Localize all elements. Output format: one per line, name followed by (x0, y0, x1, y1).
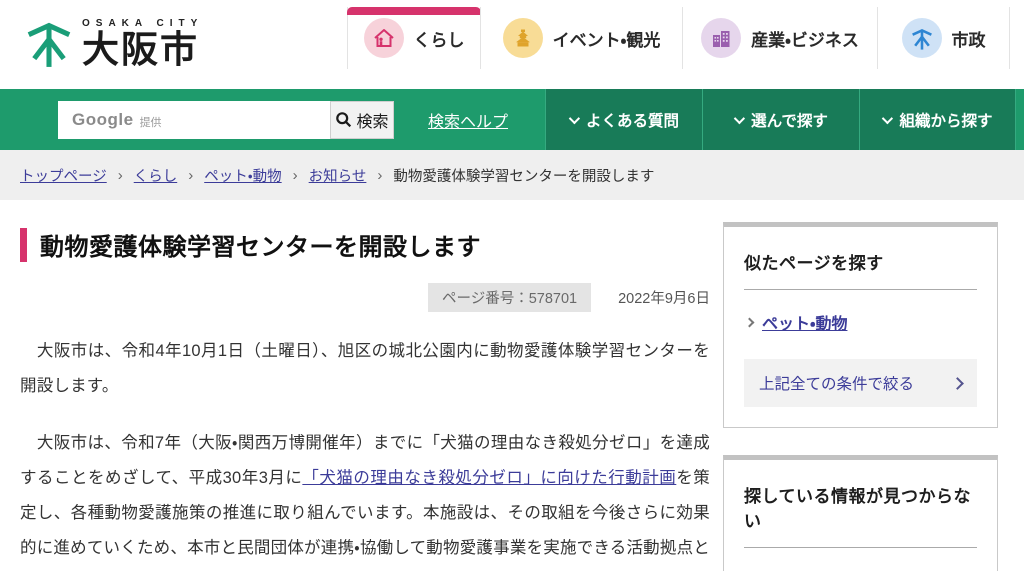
breadcrumb: トップページ › くらし › ペット・動物 › お知らせ › 動物愛護体験学習セ… (0, 150, 1024, 200)
breadcrumb-separator: › (117, 166, 123, 184)
info-not-found-heading: 探している情報が見つからない (744, 487, 971, 531)
tab-label: イベント・観光 (552, 30, 661, 50)
breadcrumb-separator: › (292, 166, 298, 184)
menu-organization[interactable]: 組織から探す (859, 89, 1016, 150)
tab-kurashi[interactable]: くらし (347, 7, 481, 69)
chevron-right-icon (744, 317, 755, 327)
search-input[interactable]: Google 提供 (58, 100, 330, 139)
chevron-down-icon (882, 112, 894, 124)
chevron-right-icon (951, 376, 964, 390)
breadcrumb-link-kurashi[interactable]: くらし (134, 165, 178, 186)
osaka-city-logo[interactable]: OSAKA CITY 大阪市 (26, 18, 203, 68)
chevron-down-icon (568, 112, 581, 124)
menu-label: 選んで探す (751, 112, 828, 130)
house-icon (363, 18, 404, 58)
header-menu-group: よくある質問 選んで探す 組織から探す (545, 89, 1016, 150)
site-header: OSAKA CITY 大阪市 くらし イベント・観光 産業・ビジネス 市政 (0, 0, 1024, 89)
search-button[interactable]: 検索 (330, 100, 394, 139)
breadcrumb-link-pets[interactable]: ペット・動物 (204, 165, 281, 186)
sidebar: 似たページを探す ペット・動物 上記全ての条件で絞る 探している情報が見つからな… (723, 200, 998, 571)
menu-label: よくある質問 (585, 112, 679, 130)
tab-industry-business[interactable]: 産業・ビジネス (682, 7, 877, 69)
logo-text-en: OSAKA CITY (82, 18, 204, 29)
breadcrumb-separator: › (188, 166, 194, 184)
page: OSAKA CITY 大阪市 くらし イベント・観光 産業・ビジネス 市政 Go… (0, 0, 1024, 571)
breadcrumb-link-home[interactable]: トップページ (20, 165, 107, 186)
page-title: 動物愛護体験学習センターを開設します (40, 234, 481, 261)
active-tab-indicator (347, 7, 481, 15)
google-provided-text: 提供 (139, 116, 162, 129)
buildings-icon (701, 18, 742, 58)
search-button-label: 検索 (356, 113, 389, 131)
castle-icon (502, 18, 543, 58)
page-number-badge: ページ番号：578701 (428, 283, 592, 312)
tab-event-tourism[interactable]: イベント・観光 (480, 7, 682, 69)
menu-label: 組織から探す (899, 112, 993, 130)
breadcrumb-current: 動物愛護体験学習センターを開設します (393, 168, 655, 185)
similar-pages-heading: 似たページを探す (744, 254, 884, 273)
article-meta: ページ番号：578701 2022年9月6日 (20, 283, 710, 312)
tab-label: 市政 (951, 30, 986, 50)
article-date: 2022年9月6日 (618, 291, 710, 307)
menu-faq[interactable]: よくある質問 (545, 89, 702, 150)
category-tabs: くらし イベント・観光 産業・ビジネス 市政 (347, 7, 1010, 69)
tab-label: くらし (413, 30, 465, 50)
breadcrumb-link-news[interactable]: お知らせ (309, 165, 367, 186)
miotsukushi-mark-icon (27, 22, 71, 67)
action-plan-link[interactable]: 「犬猫の理由なき殺処分ゼロ」に向けた行動計画 (302, 469, 676, 487)
title-accent-bar (20, 227, 27, 262)
search-help-link[interactable]: 検索ヘルプ (428, 108, 508, 132)
article-body: 大阪市は、令和4年10月1日（土曜日）、旭区の城北公園内に動物愛護体験学習センタ… (20, 334, 710, 571)
sidebar-link-pets[interactable]: ペット・動物 (762, 310, 847, 334)
city-mark-icon (901, 18, 942, 58)
paragraph-2: 大阪市は、令和7年（大阪・関西万博開催年）までに「犬猫の理由なき殺処分ゼロ」を達… (20, 426, 710, 571)
divider (744, 547, 977, 548)
magnifier-icon (336, 112, 352, 128)
button-label: 上記全ての条件で絞る (759, 376, 915, 393)
filter-all-conditions-button[interactable]: 上記全ての条件で絞る (744, 359, 977, 407)
menu-browse[interactable]: 選んで探す (702, 89, 859, 150)
article: 動物愛護体験学習センターを開設します ページ番号：578701 2022年9月6… (20, 200, 710, 571)
tab-label: 産業・ビジネス (751, 30, 859, 50)
paragraph-1: 大阪市は、令和4年10月1日（土曜日）、旭区の城北公園内に動物愛護体験学習センタ… (20, 342, 710, 395)
chevron-down-icon (733, 112, 746, 124)
search-bar: Google 提供 検索 検索ヘルプ よくある質問 選んで探す 組織から探す (0, 89, 1024, 150)
similar-pages-box: 似たページを探す ペット・動物 上記全ての条件で絞る (723, 222, 998, 428)
divider (744, 289, 977, 290)
tab-city-government[interactable]: 市政 (877, 7, 1010, 69)
google-logo-text: Google (72, 109, 134, 129)
breadcrumb-separator: › (377, 166, 383, 184)
info-not-found-box: 探している情報が見つからない 情報が見つからないときは (723, 455, 998, 571)
content-area: 動物愛護体験学習センターを開設します ページ番号：578701 2022年9月6… (0, 200, 1024, 571)
logo-text-ja: 大阪市 (82, 29, 199, 70)
